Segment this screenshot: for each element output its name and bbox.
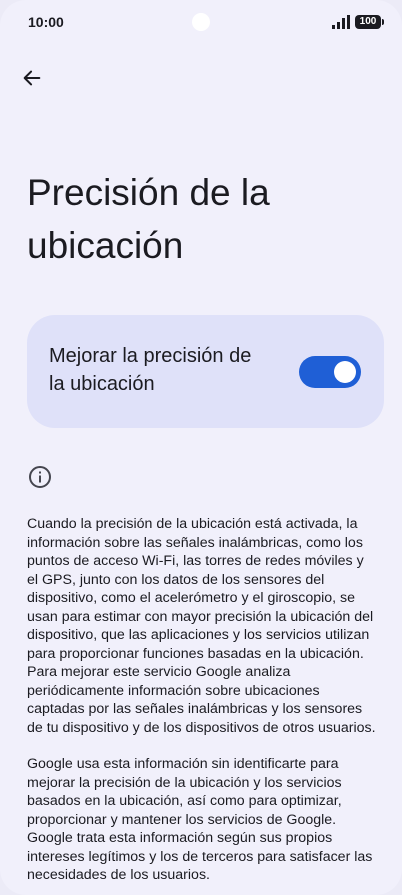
switch-thumb [334,361,356,383]
page-title: Precisión de la ubicación [27,172,270,266]
description-paragraph-1: Cuando la precisión de la ubicación está… [27,516,376,736]
battery-icon: 100 [355,15,384,29]
status-time: 10:00 [28,14,64,30]
arrow-left-icon [23,70,41,86]
info-icon [29,466,51,488]
description-text: Cuando la precisión de la ubicación está… [27,515,377,895]
description-paragraph-2: Google usa esta información sin identifi… [27,756,373,883]
location-accuracy-toggle-row[interactable]: Mejorar la precisión de la ubicación [27,315,384,428]
back-button[interactable] [18,64,46,92]
status-bar: 10:00 100 [0,0,402,44]
location-accuracy-switch[interactable] [299,356,361,388]
camera-cutout [192,13,210,31]
settings-screen: 10:00 100 Precisión de la ubicación Mejo… [0,0,402,895]
toggle-label: Mejorar la precisión de la ubicación [49,345,252,395]
signal-icon [332,15,350,29]
